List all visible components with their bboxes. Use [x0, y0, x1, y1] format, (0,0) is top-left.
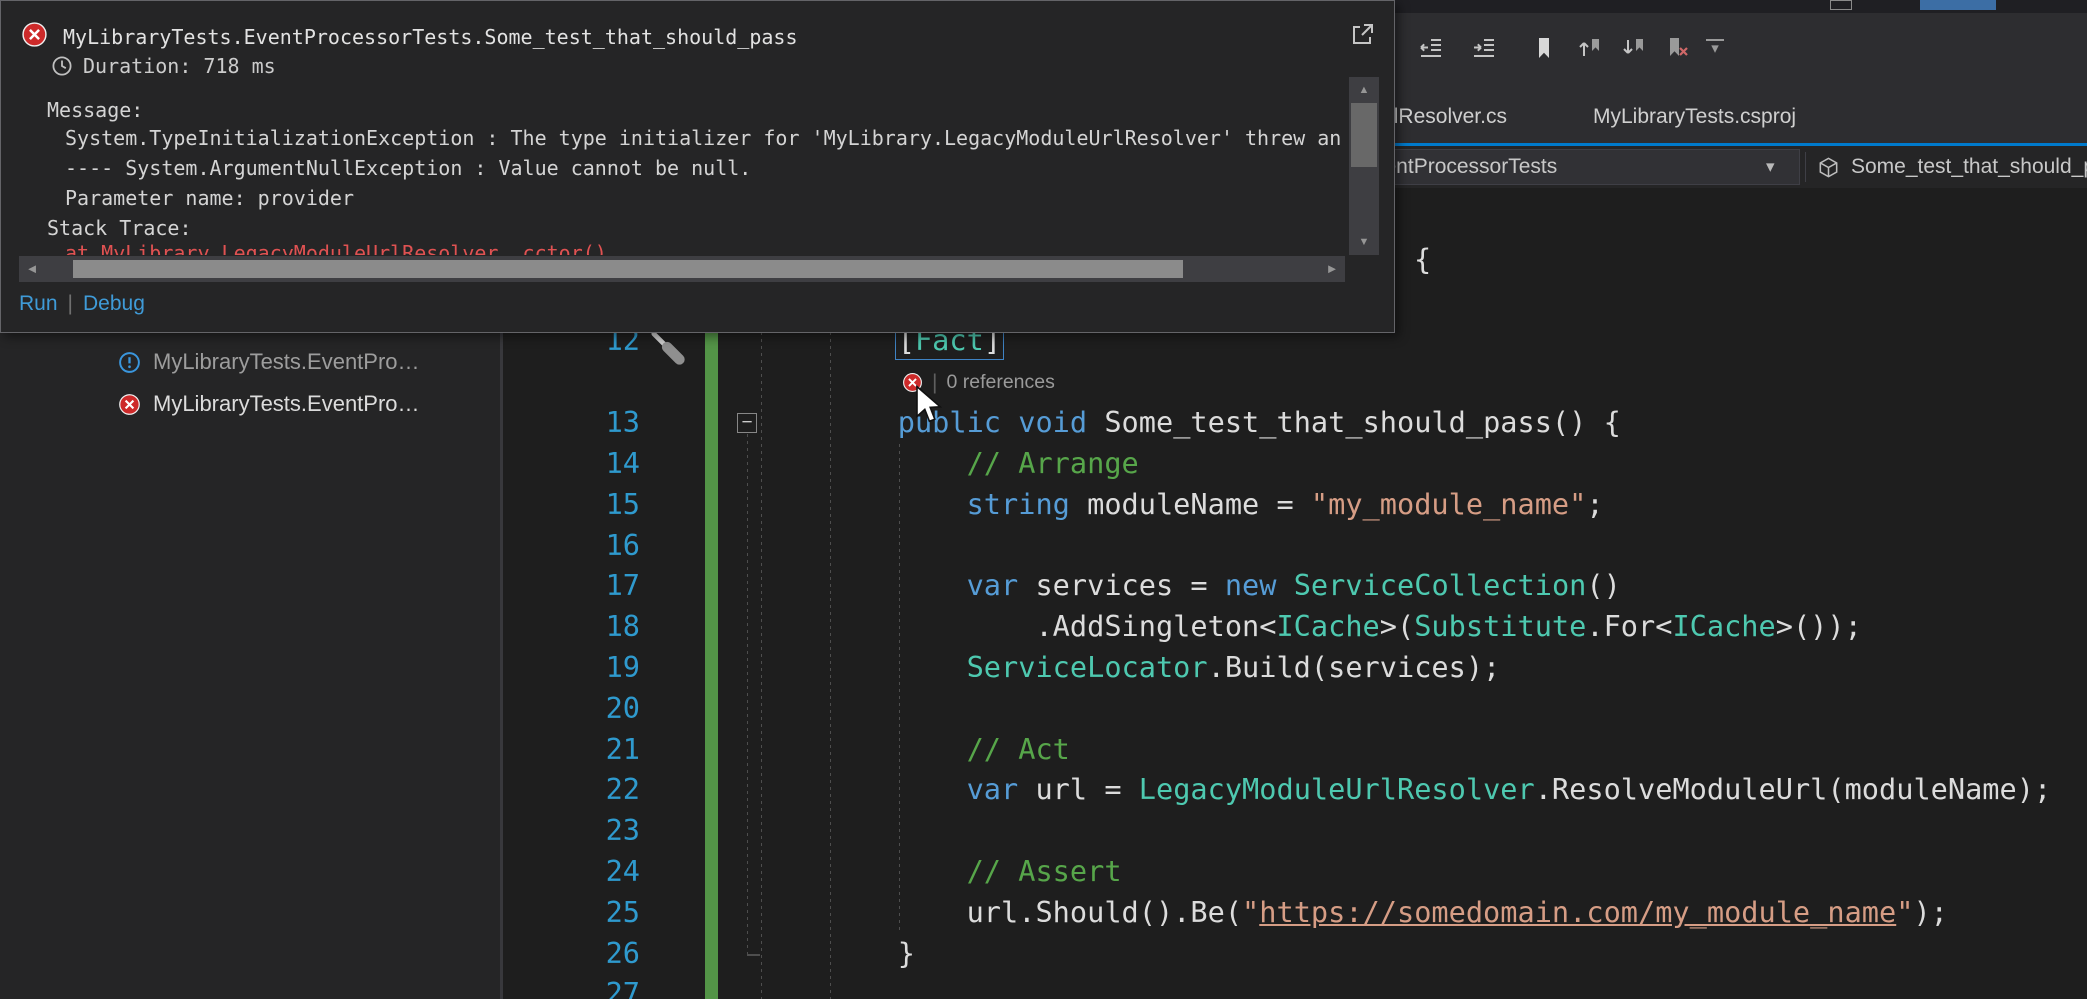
horizontal-scrollbar-thumb[interactable]	[73, 260, 1183, 278]
tooltip-test-title: MyLibraryTests.EventProcessorTests.Some_…	[63, 23, 1341, 51]
open-in-new-window-icon[interactable]	[1350, 21, 1376, 47]
code-line-15[interactable]: string moduleName = "my_module_name";	[760, 484, 1604, 525]
change-tracking-bar	[705, 308, 718, 999]
test-not-run-icon	[118, 351, 141, 374]
fold-collapse-box[interactable]: −	[737, 413, 757, 433]
line-number: 18	[503, 606, 640, 647]
debug-link[interactable]: Debug	[83, 289, 145, 319]
stack-trace-link[interactable]: at MyLibrary.LegacyModuleUrlResolver..cc…	[65, 241, 1345, 255]
stack-trace-label: Stack Trace:	[47, 215, 192, 241]
code-line-25[interactable]: url.Should().Be("https://somedomain.com/…	[760, 892, 1948, 933]
code-line-21[interactable]: // Act	[760, 729, 1070, 770]
test-item-failed[interactable]: MyLibraryTests.EventPro…	[118, 383, 420, 425]
message-line: System.TypeInitializationException : The…	[65, 125, 1349, 151]
test-failed-icon	[118, 393, 141, 416]
test-item-not-run[interactable]: MyLibraryTests.EventPro…	[118, 341, 420, 383]
clear-bookmarks-icon[interactable]	[1664, 35, 1690, 61]
run-link[interactable]: Run	[19, 289, 58, 319]
scroll-left-arrow[interactable]: ◄	[19, 256, 45, 282]
indent-icon[interactable]	[1471, 35, 1497, 61]
toolbar-overflow-chevron-icon[interactable]: ▾	[1706, 39, 1724, 57]
message-label: Message:	[47, 97, 143, 123]
toolbar-button-sliver[interactable]	[1830, 0, 1852, 10]
code-line-22[interactable]: var url = LegacyModuleUrlResolver.Resolv…	[760, 769, 2051, 810]
line-number: 16	[503, 525, 640, 566]
next-bookmark-icon[interactable]	[1621, 35, 1647, 61]
code-line-24[interactable]: // Assert	[760, 851, 1122, 892]
chevron-down-icon[interactable]: ▾	[1766, 149, 1775, 185]
code-line-19[interactable]: ServiceLocator.Build(services);	[760, 647, 1500, 688]
code-line-13[interactable]: public void Some_test_that_should_pass()…	[760, 402, 1621, 443]
code-line-10[interactable]: {	[1414, 239, 1431, 280]
mouse-cursor-pointer	[915, 385, 943, 428]
line-number: 23	[503, 810, 640, 851]
line-number: 15	[503, 484, 640, 525]
scroll-right-arrow[interactable]: ►	[1319, 256, 1345, 282]
message-line: ---- System.ArgumentNullException : Valu…	[65, 155, 1349, 181]
test-result-tooltip: MyLibraryTests.EventProcessorTests.Some_…	[0, 0, 1395, 333]
line-number: 13	[503, 402, 640, 443]
line-number: 20	[503, 688, 640, 729]
line-number: 27	[503, 973, 640, 999]
line-number: 21	[503, 729, 640, 770]
line-number: 22	[503, 769, 640, 810]
codelens-references-link[interactable]: 0 references	[946, 371, 1054, 394]
previous-bookmark-icon[interactable]	[1577, 35, 1603, 61]
highlighted-toolbar-button-sliver[interactable]	[1920, 0, 1996, 10]
outdent-icon[interactable]	[1418, 35, 1444, 61]
tooltip-duration: Duration: 718 ms	[83, 52, 276, 80]
run-debug-separator: |	[68, 292, 73, 316]
code-line-14[interactable]: // Arrange	[760, 443, 1139, 484]
line-number: 19	[503, 647, 640, 688]
scroll-down-arrow[interactable]: ▼	[1351, 229, 1377, 255]
tab-mylibrarytests-csproj[interactable]: MyLibraryTests.csproj	[1593, 90, 1796, 143]
vertical-scrollbar-thumb[interactable]	[1351, 103, 1377, 167]
code-line-18[interactable]: .AddSingleton<ICache>(Substitute.For<ICa…	[760, 606, 1862, 647]
test-item-label: MyLibraryTests.EventPro…	[153, 391, 420, 417]
line-number: 17	[503, 565, 640, 606]
tooltip-vertical-scrollbar[interactable]: ▲ ▼	[1349, 77, 1379, 255]
fold-region-end-tick	[747, 954, 760, 956]
test-item-label: MyLibraryTests.EventPro…	[153, 349, 420, 375]
navbar-divider	[1805, 152, 1806, 182]
scroll-up-arrow[interactable]: ▲	[1351, 77, 1377, 103]
vs-window: ▾ LegacyModuleUrlResolver.cs MyLibraryTe…	[0, 0, 2087, 999]
error-icon	[21, 21, 48, 48]
fold-region-line	[747, 434, 748, 954]
line-number: 26	[503, 933, 640, 974]
code-line-26[interactable]: }	[760, 933, 915, 974]
bookmark-icon[interactable]	[1531, 35, 1557, 61]
line-number: 25	[503, 892, 640, 933]
message-line: Parameter name: provider	[65, 185, 1349, 211]
tooltip-horizontal-scrollbar[interactable]: ◄ ►	[19, 256, 1345, 282]
member-dropdown-label[interactable]: Some_test_that_should_pass()	[1851, 146, 2087, 188]
method-cube-icon	[1816, 155, 1841, 185]
clock-icon	[51, 55, 73, 77]
line-number: 14	[503, 443, 640, 484]
code-line-17[interactable]: var services = new ServiceCollection()	[760, 565, 1621, 606]
line-number: 24	[503, 851, 640, 892]
screwdriver-cursor-icon	[650, 330, 688, 373]
